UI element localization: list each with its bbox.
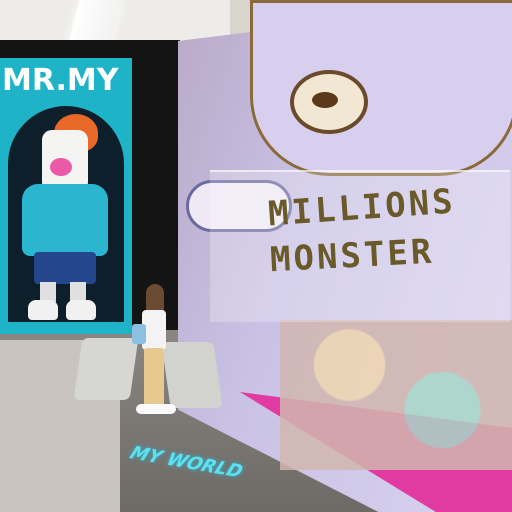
person-shoes [136,404,176,414]
mural-pupil [312,92,338,108]
mascot-hoodie [22,184,108,256]
person-bag [132,324,146,344]
mural-character-head [250,0,512,176]
mascot-nose [50,158,72,176]
mascot-leg-right [70,282,86,302]
poster-title: MR.MY [2,63,119,98]
mascot-figure [12,112,122,328]
mascot-shoe-right [66,300,96,320]
mascot-shorts [34,252,96,284]
mascot-leg-left [40,282,56,302]
mascot-shoe-left [28,300,58,320]
person-legs [144,348,164,406]
barrier-left [73,338,139,400]
store-scene: MR.MY MILLIONS MONSTER MY WORLD [0,0,512,512]
mural-lower-pattern [280,320,512,470]
person-walking [132,284,176,420]
